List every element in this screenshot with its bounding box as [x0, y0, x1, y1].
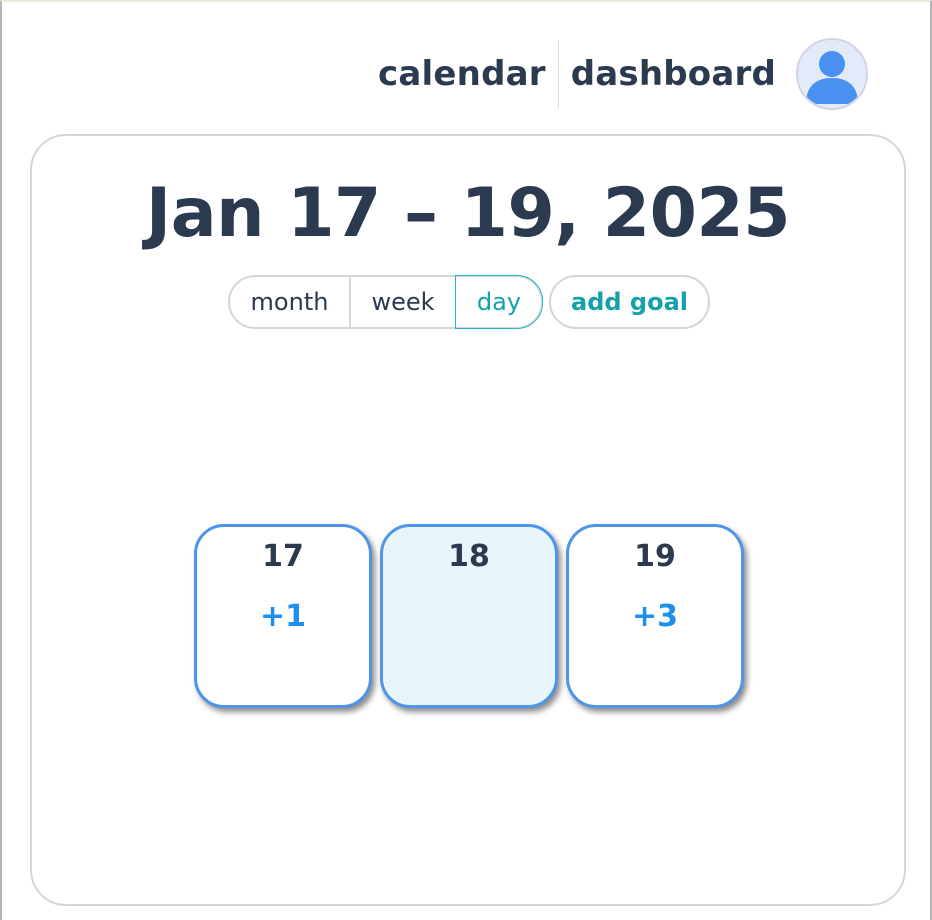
- day-number: 18: [448, 539, 490, 574]
- dashboard-nav-link[interactable]: dashboard: [571, 57, 776, 91]
- calendar-nav-link[interactable]: calendar: [378, 57, 546, 91]
- day-tiles: 17 +1 18 19 +3: [194, 524, 752, 708]
- user-avatar-icon: [806, 51, 858, 104]
- day-number: 17: [262, 539, 304, 574]
- top-nav: calendar dashboard: [378, 38, 868, 110]
- day-goal-count: +1: [259, 599, 306, 634]
- view-switcher: month week day: [228, 275, 543, 329]
- view-week-button[interactable]: week: [351, 277, 455, 327]
- day-tile[interactable]: 19 +3: [566, 524, 744, 708]
- view-day-button[interactable]: day: [455, 275, 543, 329]
- day-tile-today[interactable]: 18: [380, 524, 558, 708]
- day-number: 19: [634, 539, 676, 574]
- view-month-button[interactable]: month: [230, 277, 351, 327]
- add-goal-button[interactable]: add goal: [549, 275, 710, 329]
- view-controls: month week day add goal: [228, 274, 710, 330]
- user-avatar-button[interactable]: [796, 38, 868, 110]
- calendar-card: Jan 17 – 19, 2025 month week day add goa…: [30, 134, 906, 906]
- day-tile[interactable]: 17 +1: [194, 524, 372, 708]
- day-goal-count: +3: [631, 599, 678, 634]
- date-range-title: Jan 17 – 19, 2025: [145, 174, 791, 253]
- nav-divider: [557, 40, 559, 108]
